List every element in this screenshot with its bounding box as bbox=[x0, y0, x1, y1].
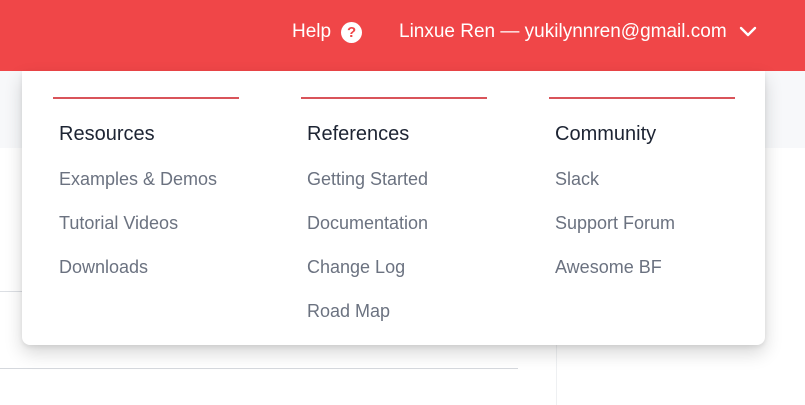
menu-link-road-map[interactable]: Road Map bbox=[307, 301, 390, 322]
menu-link-documentation[interactable]: Documentation bbox=[307, 213, 428, 234]
column-heading: Community bbox=[555, 123, 657, 145]
divider bbox=[0, 368, 518, 369]
column-heading: Resources bbox=[59, 123, 155, 145]
top-nav-bar: Help ? Linxue Ren — yukilynnren@gmail.co… bbox=[0, 0, 805, 71]
menu-link-examples-demos[interactable]: Examples & Demos bbox=[59, 169, 217, 190]
menu-link-getting-started[interactable]: Getting Started bbox=[307, 169, 428, 190]
chevron-down-icon[interactable] bbox=[739, 26, 757, 38]
menu-link-change-log[interactable]: Change Log bbox=[307, 257, 405, 278]
help-label[interactable]: Help bbox=[292, 21, 331, 43]
menu-link-tutorial-videos[interactable]: Tutorial Videos bbox=[59, 213, 178, 234]
user-account-label[interactable]: Linxue Ren — yukilynnren@gmail.com bbox=[399, 21, 727, 43]
menu-link-awesome-bf[interactable]: Awesome BF bbox=[555, 257, 662, 278]
question-mark-icon[interactable]: ? bbox=[341, 21, 363, 43]
user-account-menu[interactable]: Linxue Ren — yukilynnren@gmail.com bbox=[399, 0, 757, 64]
menu-link-support-forum[interactable]: Support Forum bbox=[555, 213, 675, 234]
resources-dropdown-menu: Resources Examples & Demos Tutorial Vide… bbox=[22, 71, 765, 345]
column-accent-rule bbox=[301, 97, 487, 99]
divider bbox=[556, 345, 557, 405]
divider bbox=[0, 291, 22, 292]
menu-link-downloads[interactable]: Downloads bbox=[59, 257, 148, 278]
column-accent-rule bbox=[549, 97, 735, 99]
column-heading: References bbox=[307, 123, 410, 145]
menu-link-slack[interactable]: Slack bbox=[555, 169, 599, 190]
help-menu[interactable]: Help ? bbox=[292, 0, 363, 64]
column-accent-rule bbox=[53, 97, 239, 99]
